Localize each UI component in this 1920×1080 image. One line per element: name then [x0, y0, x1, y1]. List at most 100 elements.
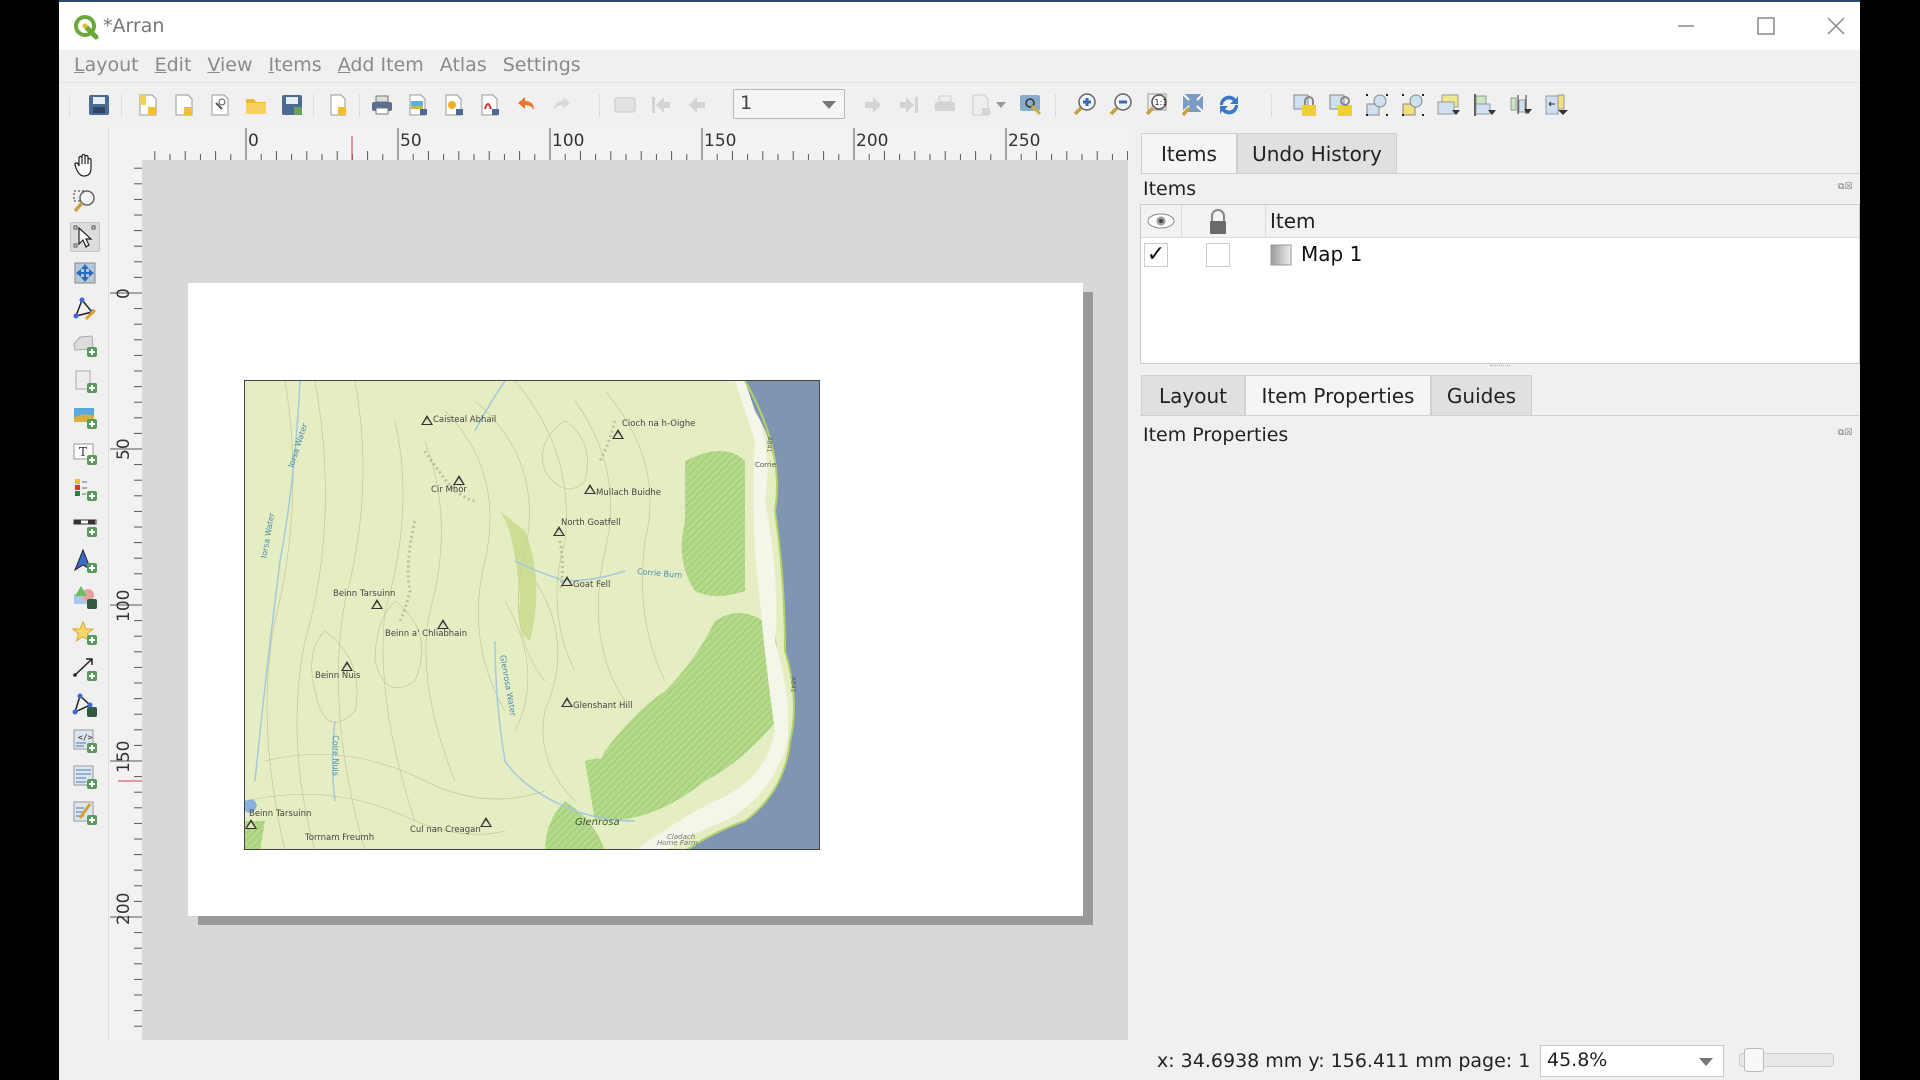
move-content-tool-button[interactable]: [70, 258, 100, 288]
add-scalebar-tool-button[interactable]: [70, 510, 100, 540]
atlas-preview-icon: [614, 97, 636, 113]
close-button[interactable]: [1796, 2, 1876, 50]
refresh-button[interactable]: [1215, 91, 1243, 119]
select-move-tool-button[interactable]: [70, 222, 100, 252]
visibility-checkbox[interactable]: ✓: [1144, 243, 1168, 267]
right-dock-panel: Items Undo History Items ⧉☒ Item ✓ Map 1…: [1140, 128, 1860, 1040]
pan-tool-button[interactable]: [70, 150, 100, 180]
align-items-button[interactable]: [1471, 91, 1499, 119]
add-node-item-tool-button[interactable]: [70, 690, 100, 720]
add-picture-tool-button[interactable]: [70, 402, 100, 432]
add-3d-map-tool-button[interactable]: [70, 366, 100, 396]
zoom-slider-handle[interactable]: [1743, 1048, 1764, 1072]
menu-add-item[interactable]: Add Item: [338, 54, 424, 76]
add-arrow-tool-button[interactable]: [70, 654, 100, 684]
export-svg-button[interactable]: [440, 91, 468, 119]
zoom-full-button[interactable]: [1179, 91, 1207, 119]
zoom-level-combo[interactable]: 45.8%: [1540, 1045, 1724, 1077]
atlas-page-combo[interactable]: 1: [733, 89, 845, 119]
menu-edit[interactable]: Edit: [155, 54, 192, 76]
items-tree[interactable]: Item ✓ Map 1: [1140, 204, 1860, 364]
menu-settings[interactable]: Settings: [503, 54, 581, 76]
tab-guides[interactable]: Guides: [1431, 375, 1532, 415]
layout-canvas[interactable]: Caisteal Abhail Cioch na h-Oighe Cir Mhò…: [142, 160, 1128, 1040]
add-north-arrow-tool-button[interactable]: [70, 546, 100, 576]
zoom-100-icon: 1:1: [1145, 93, 1167, 116]
group-items-button[interactable]: [1363, 91, 1391, 119]
zoom-tool-button[interactable]: [70, 186, 100, 216]
splitter-handle[interactable]: [1490, 365, 1510, 368]
zoom-100-button[interactable]: 1:1: [1143, 91, 1171, 119]
add-fixed-table-tool-button[interactable]: [70, 798, 100, 828]
menu-items[interactable]: Items: [269, 54, 322, 76]
add-map-tool-button[interactable]: [70, 330, 100, 360]
maximize-button[interactable]: [1726, 2, 1806, 50]
save-template-button[interactable]: [278, 91, 306, 119]
add-marker-tool-button[interactable]: [70, 618, 100, 648]
print-button[interactable]: [368, 91, 396, 119]
layout-manager-button[interactable]: [206, 91, 234, 119]
atlas-preview-button[interactable]: [611, 91, 639, 119]
zoom-in-icon: [1073, 93, 1096, 116]
raise-items-button[interactable]: [1435, 91, 1463, 119]
item-name[interactable]: Map 1: [1301, 242, 1362, 266]
tools-toolbar: T </>: [59, 128, 109, 1040]
tab-layout[interactable]: Layout: [1141, 375, 1245, 415]
tab-items[interactable]: Items: [1141, 133, 1237, 173]
zoom-in-button[interactable]: [1071, 91, 1099, 119]
menu-view[interactable]: View: [207, 54, 252, 76]
redo-button[interactable]: [548, 91, 576, 119]
dock-float-close-icons[interactable]: ⧉☒: [1838, 428, 1853, 438]
menu-atlas[interactable]: Atlas: [440, 54, 487, 76]
open-template-button[interactable]: [242, 91, 270, 119]
add-attribute-table-tool-button[interactable]: [70, 762, 100, 792]
table-row[interactable]: ✓ Map 1: [1141, 238, 1859, 272]
export-atlas-dropdown[interactable]: [993, 91, 1009, 119]
print-atlas-icon: [935, 95, 955, 111]
horizontal-ruler[interactable]: 0 50 100 150 200 250 300: [142, 128, 1192, 160]
unlock-items-button[interactable]: [1327, 91, 1355, 119]
export-pdf-button[interactable]: [476, 91, 504, 119]
toolbar-handle[interactable]: [69, 95, 71, 117]
previous-feature-button[interactable]: [683, 91, 711, 119]
place-label: Corrie: [755, 461, 777, 469]
add-legend-tool-button[interactable]: [70, 474, 100, 504]
export-atlas-button[interactable]: [967, 91, 995, 119]
peak-label: Glenshant Hill: [561, 697, 633, 711]
add-3d-map-icon: [75, 370, 97, 393]
zoom-slider[interactable]: [1739, 1048, 1834, 1072]
print-atlas-button[interactable]: [931, 91, 959, 119]
lock-checkbox[interactable]: [1206, 243, 1230, 267]
new-layout-button[interactable]: [134, 91, 162, 119]
vertical-ruler[interactable]: 0 50 100 150 200: [110, 160, 142, 1040]
export-image-button[interactable]: [404, 91, 432, 119]
add-fixed-table-icon: [73, 801, 97, 825]
save-button[interactable]: [85, 91, 113, 119]
dock-float-close-icons[interactable]: ⧉☒: [1838, 182, 1853, 192]
menu-layout[interactable]: Layout: [74, 54, 139, 76]
map-item-map-1[interactable]: Caisteal Abhail Cioch na h-Oighe Cir Mhò…: [244, 380, 820, 850]
first-feature-button[interactable]: [647, 91, 675, 119]
ungroup-items-button[interactable]: [1399, 91, 1427, 119]
tab-undo-history[interactable]: Undo History: [1237, 133, 1397, 173]
eye-icon[interactable]: [1146, 211, 1176, 231]
edit-nodes-tool-button[interactable]: [70, 294, 100, 324]
add-label-tool-button[interactable]: T: [70, 438, 100, 468]
add-shape-tool-button[interactable]: [70, 582, 100, 612]
zoom-out-button[interactable]: [1107, 91, 1135, 119]
add-html-tool-button[interactable]: </>: [70, 726, 100, 756]
next-feature-button[interactable]: [859, 91, 887, 119]
page-setup-button[interactable]: [324, 91, 352, 119]
duplicate-layout-button[interactable]: [170, 91, 198, 119]
lock-icon[interactable]: [1207, 209, 1229, 235]
atlas-settings-button[interactable]: [1017, 91, 1045, 119]
lock-items-button[interactable]: [1291, 91, 1319, 119]
column-header-item[interactable]: Item: [1270, 209, 1316, 233]
minimize-button[interactable]: [1646, 2, 1726, 50]
distribute-items-button[interactable]: [1507, 91, 1535, 119]
last-feature-button[interactable]: [895, 91, 923, 119]
tab-item-properties[interactable]: Item Properties: [1245, 375, 1431, 415]
resize-items-button[interactable]: [1543, 91, 1571, 119]
layout-page[interactable]: Caisteal Abhail Cioch na h-Oighe Cir Mhò…: [188, 283, 1083, 916]
undo-button[interactable]: [512, 91, 540, 119]
